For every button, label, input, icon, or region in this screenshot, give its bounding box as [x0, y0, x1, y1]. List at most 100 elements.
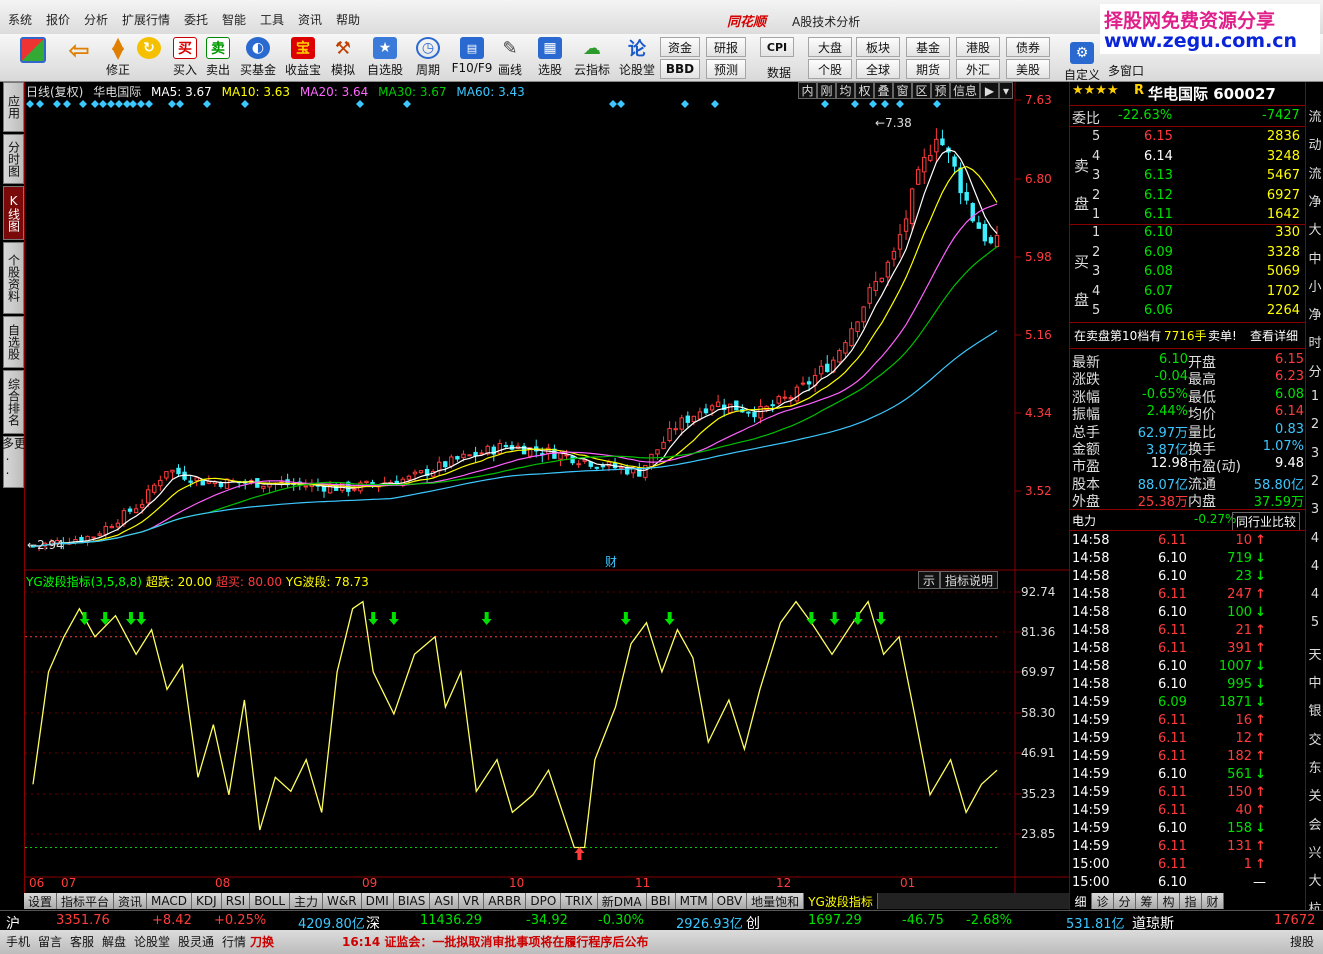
bbd-button[interactable]: BBD	[660, 59, 700, 79]
tab-watchlist[interactable]: 自选股	[3, 316, 24, 368]
event-diamond-icon[interactable]	[137, 100, 145, 108]
finance-marker[interactable]: 财	[605, 555, 617, 569]
period-button[interactable]: ◷ 周期	[410, 36, 446, 80]
forum-button[interactable]: 论 论股堂	[617, 36, 657, 80]
tab-avg[interactable]: 均	[836, 82, 855, 99]
sell-level-row[interactable]: 3 6.13 5467	[1070, 168, 1306, 186]
buy-fund-button[interactable]: ◐ 买基金	[237, 36, 279, 80]
tab-range[interactable]: 区	[912, 82, 931, 99]
event-diamond-icon[interactable]	[26, 100, 34, 108]
event-diamond-icon[interactable]	[851, 100, 859, 108]
dropdown-icon[interactable]: ▾	[999, 82, 1013, 99]
event-diamond-icon[interactable]	[63, 100, 71, 108]
show-button[interactable]: 示	[918, 571, 941, 589]
indicator-tab[interactable]: VR	[458, 893, 485, 909]
indicator-tab[interactable]: MTM	[675, 893, 713, 909]
sell-level-row[interactable]: 1 6.11 1642	[1070, 207, 1306, 225]
quote-tab[interactable]: 指	[1180, 893, 1202, 909]
indicator-tab[interactable]: 地量饱和	[747, 893, 805, 909]
indicator-tab[interactable]: RSI	[221, 893, 251, 909]
stock-button[interactable]: 个股	[808, 59, 852, 79]
event-diamond-icon[interactable]	[168, 100, 176, 108]
buy-level-row[interactable]: 3 6.08 5069	[1070, 264, 1306, 282]
simulate-button[interactable]: ⚒ 模拟	[328, 36, 358, 80]
menu-info[interactable]: 资讯	[298, 11, 322, 28]
sell-level-row[interactable]: 4 6.14 3248	[1070, 149, 1306, 167]
tab-more[interactable]: 更多..	[1, 436, 27, 488]
sell-level-row[interactable]: 5 6.15 2836	[1070, 129, 1306, 147]
event-diamond-icon[interactable]	[869, 100, 877, 108]
tab-info[interactable]: 信息	[950, 82, 980, 99]
event-diamond-icon[interactable]	[129, 100, 137, 108]
event-diamond-icon[interactable]	[881, 100, 889, 108]
event-diamond-icon[interactable]	[91, 100, 99, 108]
quote-tab[interactable]: 分	[1114, 893, 1136, 909]
kline-chart-svg[interactable]: 7.63 6.80 5.98 5.16 4.34 3.52 92.74 81.36 69.97 5…	[25, 82, 1070, 894]
event-diamond-icon[interactable]	[176, 100, 184, 108]
quote-tab[interactable]: 诊	[1092, 893, 1114, 909]
indicator-tab[interactable]: 主力	[290, 893, 324, 909]
tab-predict[interactable]: 预	[931, 82, 950, 99]
status-mobile[interactable]: 手机	[6, 933, 30, 950]
indicator-tab[interactable]: OBV	[712, 893, 748, 909]
indicator-tab[interactable]: 设置	[24, 893, 58, 909]
customize-button[interactable]: ⚙ 自定义	[1062, 36, 1102, 82]
status-commentary[interactable]: 解盘	[102, 933, 126, 950]
event-diamond-icon[interactable]	[896, 100, 904, 108]
tab-stock-profile[interactable]: 个股资料	[3, 242, 24, 314]
event-diamond-icon[interactable]	[203, 100, 211, 108]
tab-apps[interactable]: 应用	[3, 82, 24, 132]
buy-level-row[interactable]: 4 6.07 1702	[1070, 284, 1306, 302]
tab-inner[interactable]: 内	[798, 82, 817, 99]
capital-button[interactable]: 资金	[660, 37, 700, 57]
industry-compare-button[interactable]: 同行业比较	[1232, 512, 1301, 531]
futures-button[interactable]: 期货	[906, 59, 950, 79]
research-button[interactable]: 研报	[706, 37, 746, 57]
collapse-right-icon[interactable]: ▶	[980, 82, 999, 99]
refresh-button[interactable]: ↻	[136, 36, 162, 80]
forecast-button[interactable]: 预测	[706, 59, 746, 79]
notice-detail-link[interactable]: 查看详细	[1250, 327, 1298, 344]
buy-button[interactable]: 买 买入	[170, 36, 200, 80]
indicator-help-button[interactable]: 指标说明	[940, 571, 999, 589]
indicator-tab[interactable]: DPO	[526, 893, 562, 909]
notice-sell[interactable]: 卖单!	[1208, 327, 1237, 344]
indicator-tab[interactable]: MACD	[147, 893, 193, 909]
quote-tab[interactable]: 细	[1070, 893, 1092, 909]
market-button[interactable]: 大盘	[808, 37, 852, 57]
draw-line-button[interactable]: ✎ 画线	[496, 36, 524, 80]
event-diamond-icon[interactable]	[933, 100, 941, 108]
indicator-tab[interactable]: TRIX	[561, 893, 598, 909]
quote-tab[interactable]: 财	[1202, 893, 1224, 909]
back-button[interactable]: ⇦	[62, 36, 96, 80]
status-message[interactable]: 留言	[38, 933, 62, 950]
tab-kline[interactable]: K线图	[3, 186, 24, 240]
us-stock-button[interactable]: 美股	[1006, 59, 1050, 79]
event-diamond-icon[interactable]	[115, 100, 123, 108]
event-diamond-icon[interactable]	[609, 100, 617, 108]
event-diamond-icon[interactable]	[53, 100, 61, 108]
status-quote[interactable]: 行情	[222, 933, 246, 950]
menu-system[interactable]: 系统	[8, 11, 32, 28]
event-diamond-icon[interactable]	[356, 100, 364, 108]
fund-button[interactable]: 基金	[906, 37, 950, 57]
status-forum[interactable]: 论股堂	[134, 933, 170, 950]
buy-level-row[interactable]: 1 6.10 330	[1070, 225, 1306, 243]
menu-extended-quote[interactable]: 扩展行情	[122, 11, 170, 28]
menu-tools[interactable]: 工具	[260, 11, 284, 28]
hk-stock-button[interactable]: 港股	[956, 37, 1000, 57]
tab-gang[interactable]: 刚	[817, 82, 836, 99]
sell-button[interactable]: 卖 卖出	[203, 36, 233, 80]
event-diamond-icon[interactable]	[821, 100, 829, 108]
buy-level-row[interactable]: 5 6.06 2264	[1070, 303, 1306, 321]
menu-analysis[interactable]: 分析	[84, 11, 108, 28]
cloud-indicator-button[interactable]: ☁ 云指标	[572, 36, 612, 80]
indicator-tab[interactable]: BOLL	[250, 893, 291, 909]
indicator-tab[interactable]: ARBR	[484, 893, 527, 909]
f10-button[interactable]: ▤ F10/F9	[451, 36, 493, 80]
tab-ranking[interactable]: 综合排名	[3, 370, 24, 434]
indicator-tab[interactable]: W&R	[323, 893, 362, 909]
tab-window[interactable]: 窗	[893, 82, 912, 99]
status-service[interactable]: 客服	[70, 933, 94, 950]
fix-button[interactable]: ▲ ▼ 修正	[104, 35, 132, 80]
